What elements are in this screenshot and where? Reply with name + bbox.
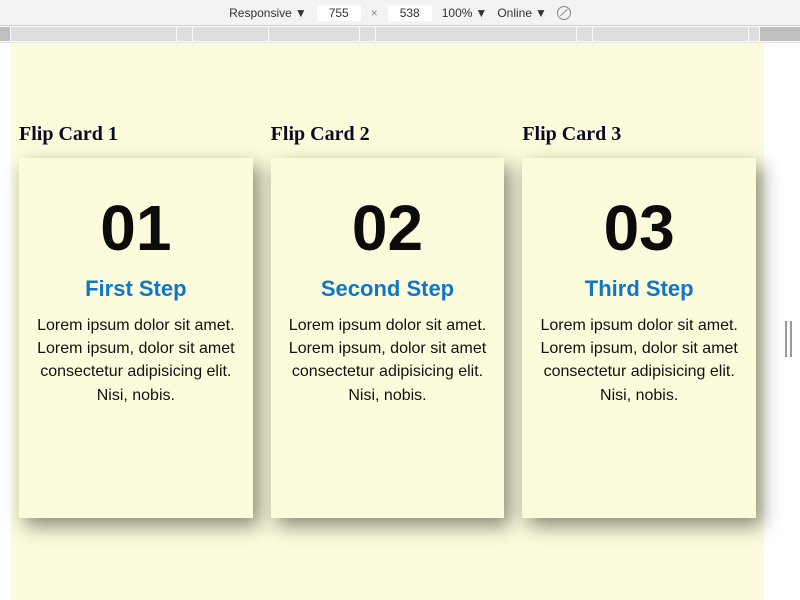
throttle-label: Online (497, 6, 532, 20)
dimension-separator: × (371, 6, 378, 20)
chevron-down-icon: ▼ (535, 6, 547, 20)
card-number: 01 (33, 196, 239, 260)
device-mode-label: Responsive (229, 6, 292, 20)
flip-card[interactable]: 03 Third Step Lorem ipsum dolor sit amet… (522, 158, 756, 518)
card-column: Flip Card 1 01 First Step Lorem ipsum do… (19, 123, 253, 518)
viewport-width-input[interactable]: 755 (317, 5, 361, 21)
throttle-dropdown[interactable]: Online ▼ (497, 6, 547, 20)
card-subtitle: Third Step (536, 276, 742, 302)
devtools-bar: Responsive ▼ 755 × 538 100% ▼ Online ▼ (0, 0, 800, 26)
card-body: Lorem ipsum dolor sit amet. Lorem ipsum,… (536, 314, 742, 407)
card-column: Flip Card 3 03 Third Step Lorem ipsum do… (522, 123, 756, 518)
flip-card[interactable]: 02 Second Step Lorem ipsum dolor sit ame… (271, 158, 505, 518)
card-subtitle: First Step (33, 276, 239, 302)
scrollbar[interactable] (776, 320, 800, 358)
chevron-down-icon: ▼ (475, 6, 487, 20)
card-subtitle: Second Step (285, 276, 491, 302)
card-body: Lorem ipsum dolor sit amet. Lorem ipsum,… (285, 314, 491, 407)
card-number: 02 (285, 196, 491, 260)
zoom-label: 100% (442, 6, 473, 20)
zoom-dropdown[interactable]: 100% ▼ (442, 6, 488, 20)
flip-card[interactable]: 01 First Step Lorem ipsum dolor sit amet… (19, 158, 253, 518)
page: Flip Card 1 01 First Step Lorem ipsum do… (11, 43, 764, 600)
ruler (0, 26, 800, 43)
card-heading: Flip Card 1 (19, 123, 253, 146)
viewport: Flip Card 1 01 First Step Lorem ipsum do… (11, 43, 764, 600)
cards-row: Flip Card 1 01 First Step Lorem ipsum do… (19, 123, 756, 518)
card-heading: Flip Card 2 (271, 123, 505, 146)
card-body: Lorem ipsum dolor sit amet. Lorem ipsum,… (33, 314, 239, 407)
card-column: Flip Card 2 02 Second Step Lorem ipsum d… (271, 123, 505, 518)
viewport-height-input[interactable]: 538 (388, 5, 432, 21)
chevron-down-icon: ▼ (295, 6, 307, 20)
rotate-icon[interactable] (557, 6, 571, 20)
device-mode-dropdown[interactable]: Responsive ▼ (229, 6, 307, 20)
card-heading: Flip Card 3 (522, 123, 756, 146)
card-number: 03 (536, 196, 742, 260)
